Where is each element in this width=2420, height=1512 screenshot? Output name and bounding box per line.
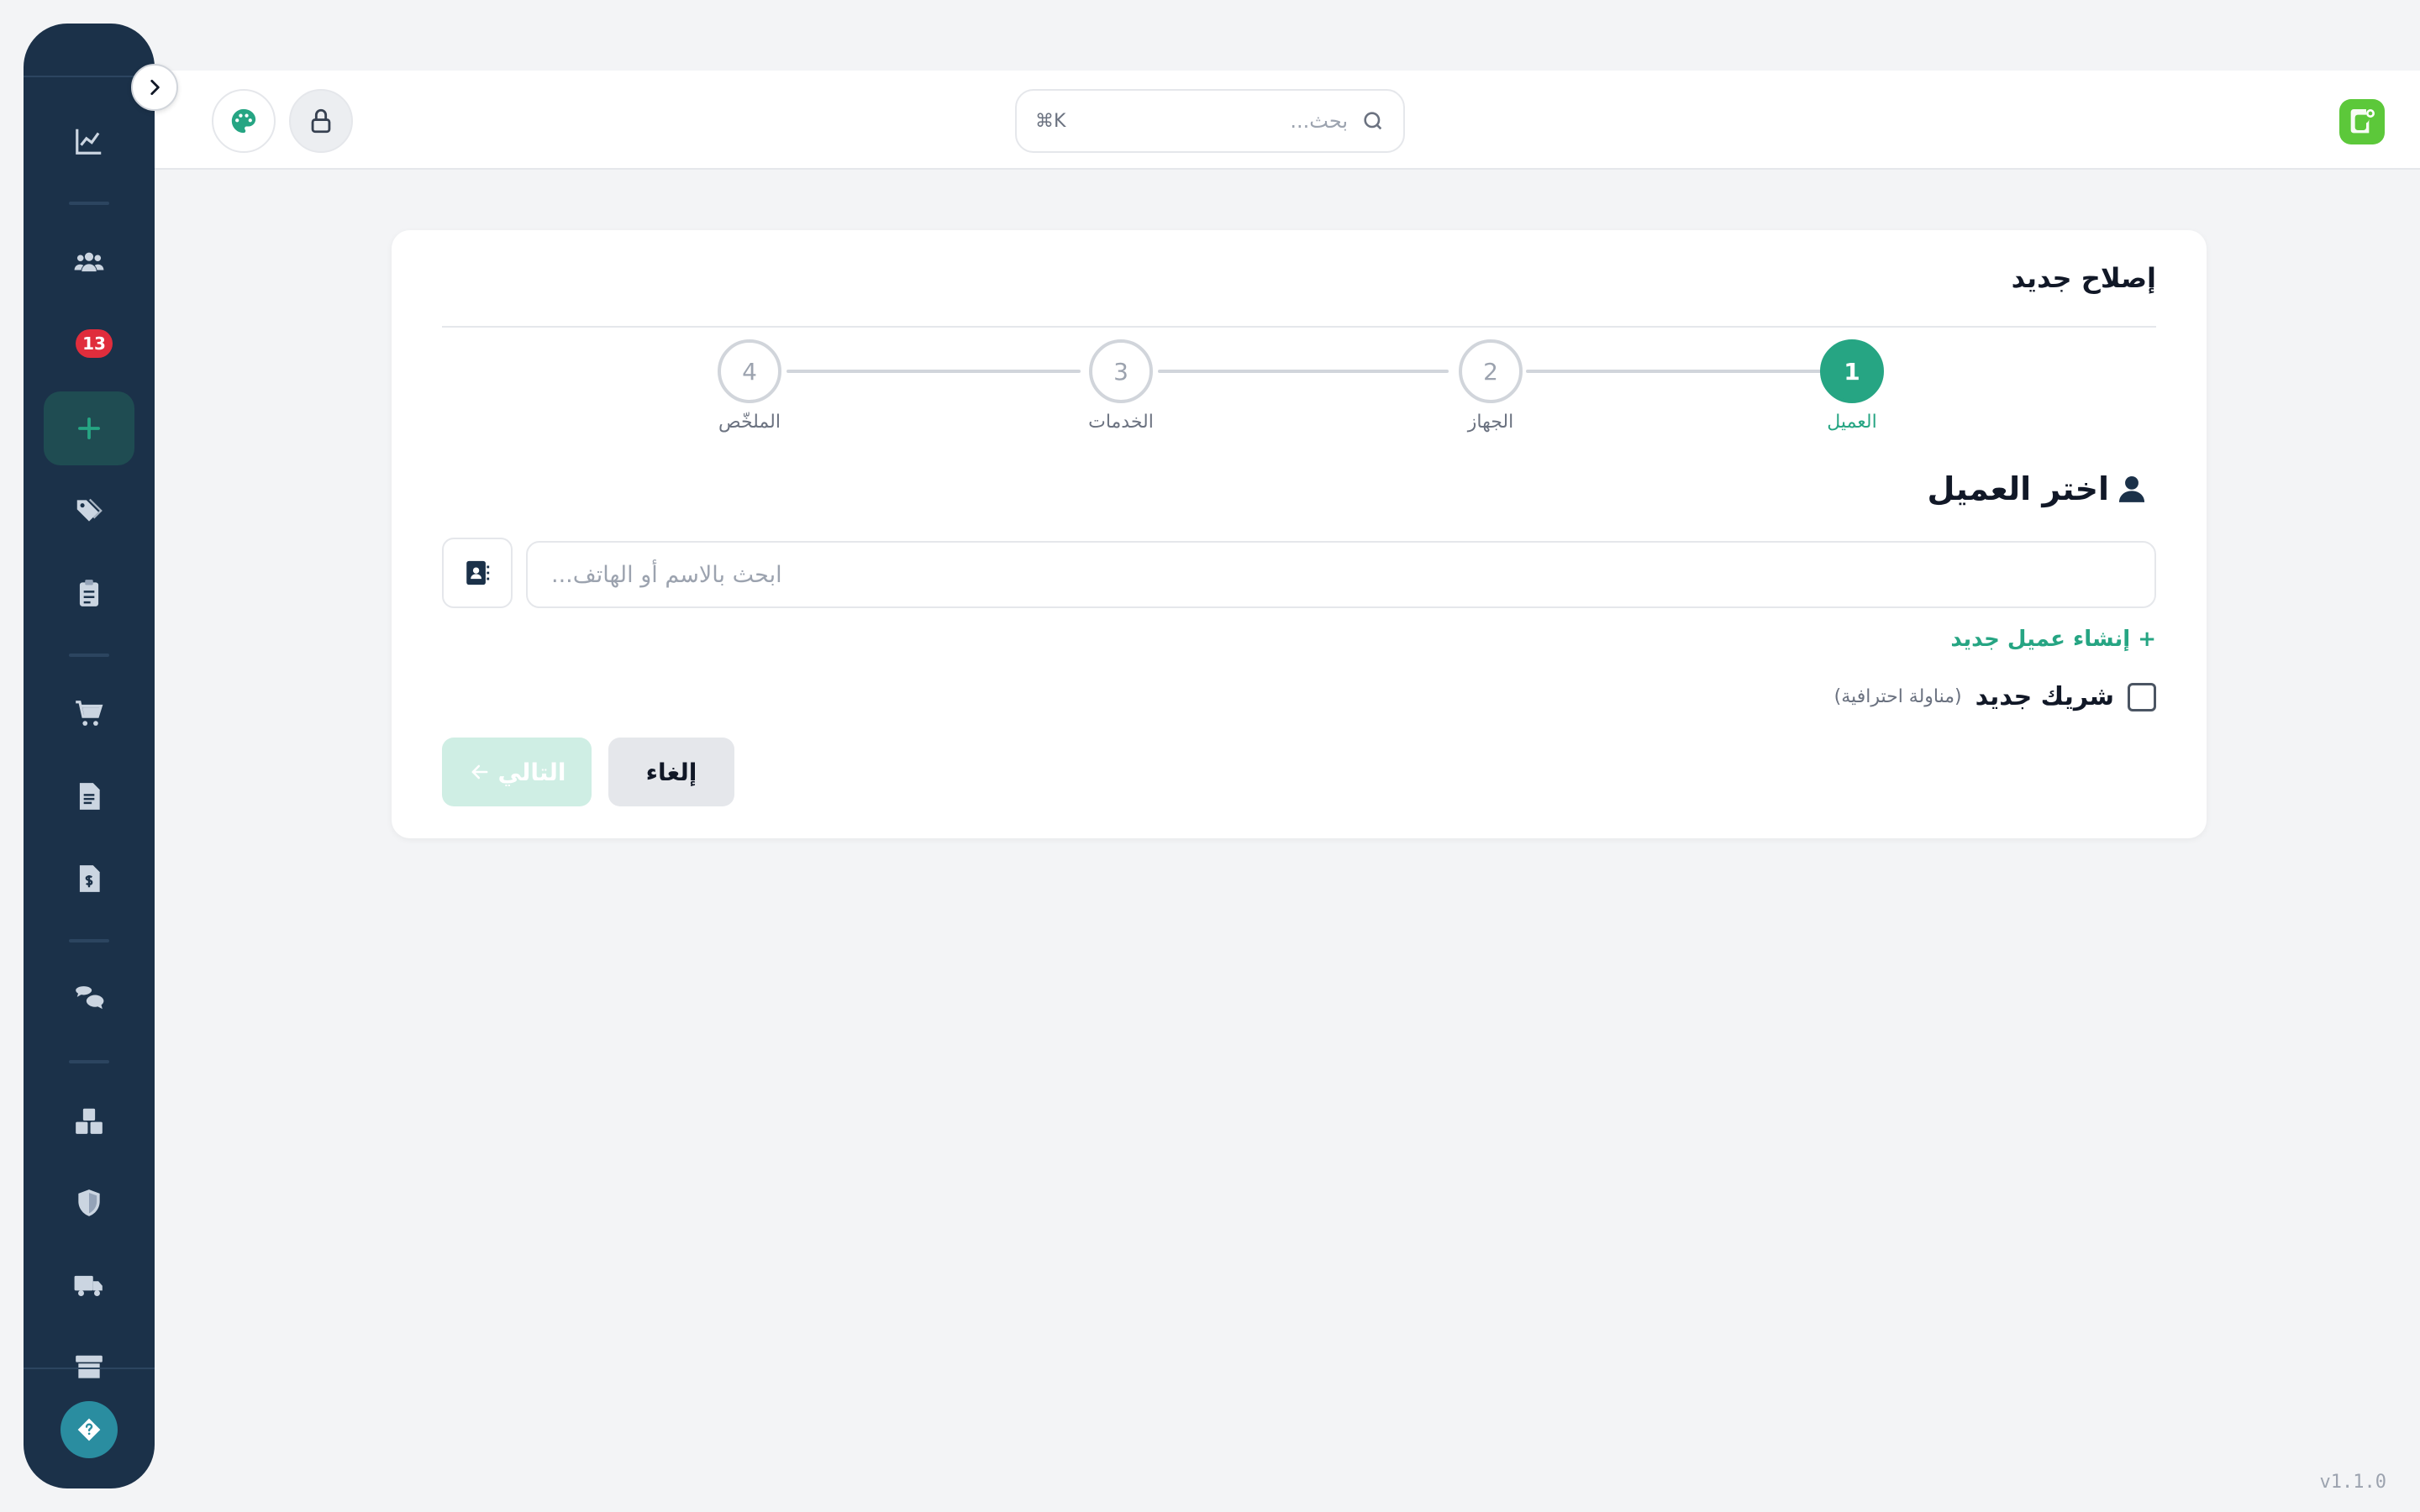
create-new-client-link[interactable]: + إنشاء عميل جديد [1950,627,2156,652]
next-button[interactable]: التالي [442,738,592,806]
sidebar-item-invoices[interactable] [44,842,134,916]
sidebar-item-tasks[interactable] [44,556,134,630]
sidebar-item-delivery[interactable] [44,1248,134,1322]
lock-icon [311,108,331,134]
sidebar-item-cart[interactable] [44,677,134,751]
step-1-label: العميل [1827,412,1877,433]
step-2-label: الجهاز [1467,412,1514,433]
document-icon [79,783,100,810]
plus-icon [78,417,100,439]
chevron-right-icon [150,80,160,95]
step-2-circle[interactable]: 2 [1459,339,1523,403]
shield-icon [78,1189,100,1216]
truck-icon [74,1275,103,1296]
notification-badge[interactable]: 13 [76,329,113,358]
page-title: إصلاح جديد [2011,262,2156,294]
sidebar-item-tags[interactable] [44,474,134,548]
client-search-input[interactable]: ابحث بالاسم أو الهاتف... [526,541,2156,608]
users-icon [74,252,104,272]
global-search[interactable]: ⌘K بحث... [1015,89,1405,153]
search-icon [1364,112,1382,130]
sidebar: 13 [24,24,155,1488]
stepper-line [786,370,1081,373]
step-4-label: الملخّص [718,412,781,433]
sidebar-separator [69,202,109,205]
sidebar-item-inventory[interactable] [44,1084,134,1158]
top-header: ⌘K بحث... [155,71,2420,170]
lock-button[interactable] [289,89,353,153]
client-search-placeholder: ابحث بالاسم أو الهاتف... [551,561,782,588]
sidebar-item-new-repair[interactable] [44,391,134,465]
chat-icon [76,986,104,1010]
palette-icon [231,108,256,134]
new-repair-card: إصلاح جديد 1 العميل 2 الجهاز 3 الخدمات 4… [392,230,2207,838]
sidebar-footer-divider [24,1368,155,1369]
step-3-circle[interactable]: 3 [1089,339,1153,403]
step-3-label: الخدمات [1088,412,1154,433]
help-icon [77,1418,101,1441]
chart-line-icon [76,129,102,155]
new-partner-note: (مناولة احترافية) [1833,686,1962,707]
sidebar-item-documents[interactable] [44,759,134,833]
step-4-circle[interactable]: 4 [718,339,781,403]
new-partner-row: شريك جديد (مناولة احترافية) [1834,682,2156,711]
section-title-text: اختر العميل [1927,470,2109,507]
cart-icon [76,701,103,726]
sidebar-item-customers[interactable] [44,225,134,299]
app-root: ⌘K بحث... 13 إصلاح جديد 1 العميل 2 الجها… [0,0,2420,1512]
stepper-line [1158,370,1449,373]
step-1-circle[interactable]: 1 [1820,339,1884,403]
address-book-icon [466,560,490,585]
section-title: اختر العميل [1928,470,2148,507]
boxes-icon [76,1108,103,1134]
sidebar-separator [69,939,109,942]
app-logo[interactable] [2339,99,2385,144]
title-divider [442,326,2156,328]
theme-button[interactable] [212,89,276,153]
sidebar-item-messages[interactable] [44,963,134,1037]
sidebar-separator [69,1060,109,1063]
new-partner-checkbox[interactable] [2128,682,2156,711]
cancel-button[interactable]: إلغاء [608,738,734,806]
invoice-icon [79,865,100,892]
new-partner-label: شريك جديد [1975,682,2114,711]
sidebar-item-warranty[interactable] [44,1166,134,1240]
stepper-line [1526,370,1822,373]
arrow-left-icon [471,764,487,780]
search-placeholder: بحث... [1290,109,1348,133]
search-shortcut: ⌘K [1035,110,1066,132]
user-icon [2118,475,2145,502]
sidebar-top [24,24,155,77]
sidebar-toggle-button[interactable] [131,64,178,111]
next-button-label: التالي [497,758,566,786]
help-button[interactable] [60,1401,118,1458]
app-version: v1.1.0 [2319,1472,2386,1493]
sidebar-separator [69,654,109,657]
sidebar-item-analytics[interactable] [44,104,134,178]
contacts-button[interactable] [442,538,513,608]
clipboard-icon [79,580,99,606]
tags-icon [76,498,103,522]
logo-icon [2350,109,2375,134]
